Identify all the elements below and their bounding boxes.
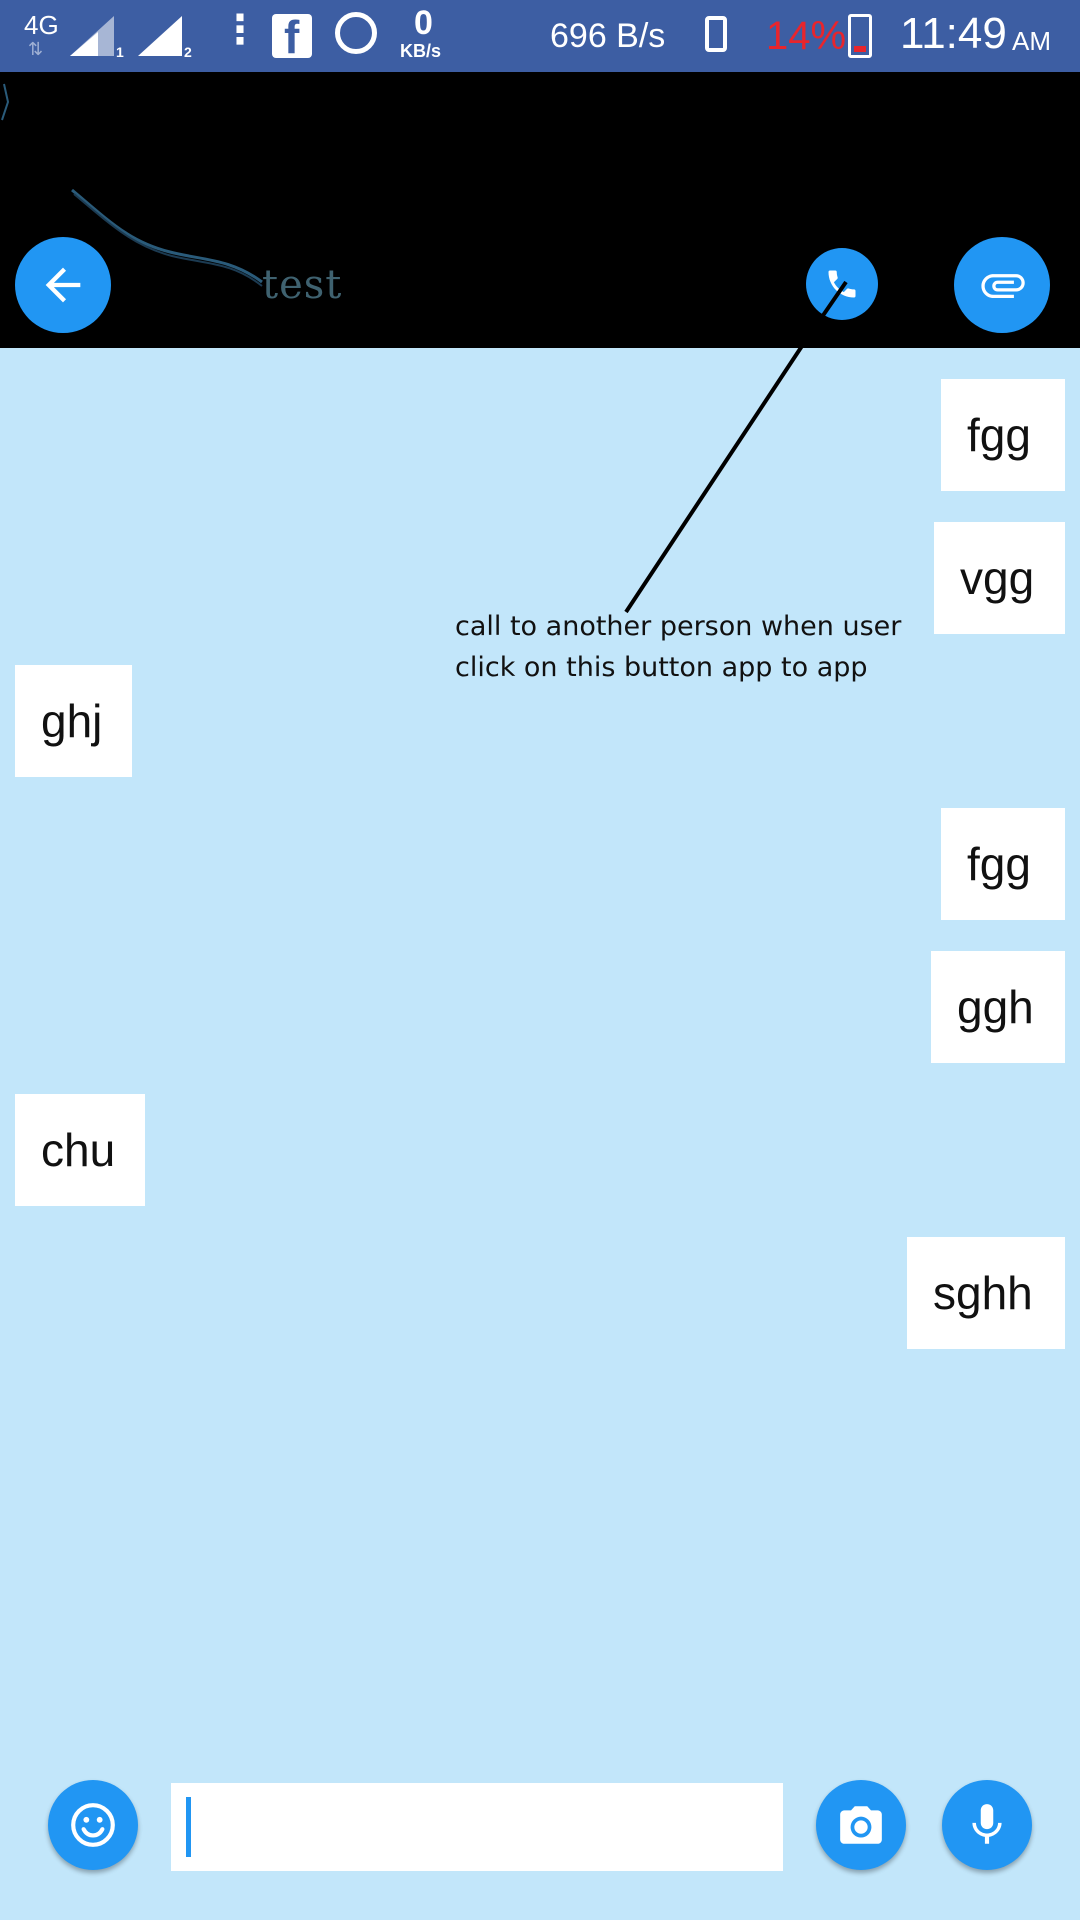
microphone-button[interactable]	[942, 1780, 1032, 1870]
paperclip-icon	[981, 274, 1025, 298]
microphone-icon	[972, 1804, 1002, 1844]
contact-name: test	[262, 262, 343, 308]
data-arrows-icon: ⇅	[28, 39, 44, 59]
camera-button[interactable]	[816, 1780, 906, 1870]
message-bubble-sent[interactable]: ggh	[931, 951, 1065, 1063]
message-bubble-sent[interactable]: sghh	[907, 1237, 1065, 1349]
message-bubble-received[interactable]: chu	[15, 1094, 145, 1206]
call-button[interactable]	[806, 248, 878, 320]
sim2-label: 2	[184, 44, 192, 60]
facebook-icon: f	[272, 12, 312, 62]
data-speed-value: 0	[414, 4, 433, 42]
clock: 11:49	[900, 9, 1007, 58]
annotation-line-1: call to another person when user	[455, 611, 902, 642]
signal-icon	[138, 16, 182, 56]
signal-icon	[70, 16, 114, 56]
arrow-left-icon	[45, 267, 81, 303]
message-input[interactable]	[171, 1783, 783, 1871]
text-cursor	[186, 1797, 191, 1857]
camera-icon	[840, 1806, 882, 1844]
whatsapp-icon	[335, 12, 377, 54]
message-bubble-sent[interactable]: fgg	[941, 808, 1065, 920]
emoji-button[interactable]	[48, 1780, 138, 1870]
clock-am-pm: AM	[1012, 26, 1051, 56]
more-notifications-icon: ⋮	[220, 8, 260, 52]
back-button[interactable]	[15, 237, 111, 333]
status-bar: 4G ⇅ 1 2 ⋮ f 0 KB/s 696 B/s 14% 11:49 AM	[0, 0, 1080, 72]
transfer-rate: 696 B/s	[550, 17, 666, 55]
phone-icon	[828, 270, 856, 298]
network-type: 4G	[24, 10, 59, 40]
sim1-label: 1	[116, 44, 124, 60]
battery-charging-icon	[848, 14, 872, 58]
data-speed-unit: KB/s	[400, 41, 442, 61]
annotation-note: call to another person when user click o…	[455, 606, 975, 688]
smiley-icon	[71, 1803, 115, 1847]
attach-button[interactable]	[954, 237, 1050, 333]
annotation-line-2: click on this button app to app	[455, 652, 868, 683]
vibrate-icon	[705, 16, 727, 52]
message-bubble-received[interactable]: ghj	[15, 665, 132, 777]
message-bubble-sent[interactable]: fgg	[941, 379, 1065, 491]
battery-percent: 14%	[766, 14, 847, 58]
chat-header: test	[0, 72, 1080, 348]
